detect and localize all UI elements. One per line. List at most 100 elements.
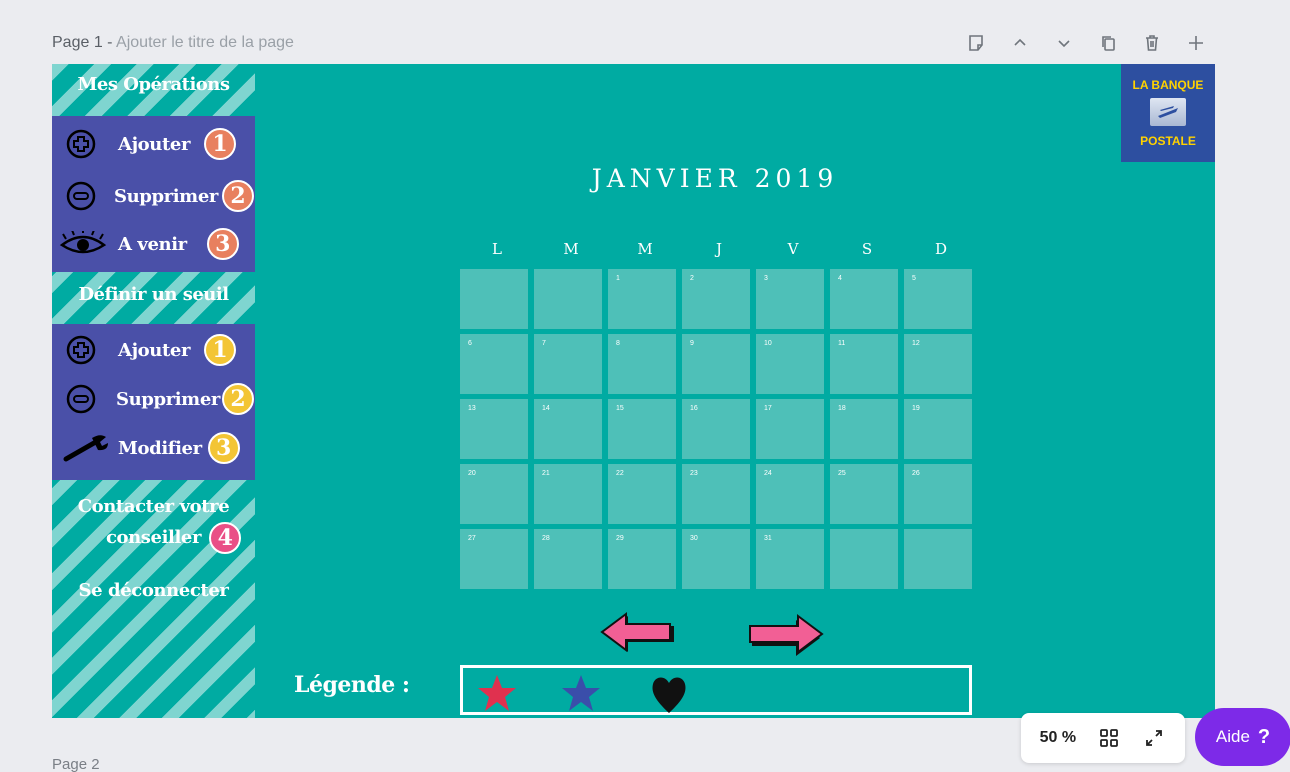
calendar-day-cell[interactable]: 24 <box>756 464 824 524</box>
calendar-day-cell[interactable]: 19 <box>904 399 972 459</box>
calendar-day-cell[interactable]: 10 <box>756 334 824 394</box>
day-number: 10 <box>764 340 772 347</box>
logout-link[interactable]: Se déconnecter <box>52 580 255 601</box>
calendar-day-cell[interactable]: 13 <box>460 399 528 459</box>
number-badge: 2 <box>221 383 254 415</box>
menu-item-label: Modifier <box>118 437 202 459</box>
calendar-day-cell[interactable] <box>534 269 602 329</box>
chevron-down-icon[interactable] <box>1053 32 1075 54</box>
help-question-icon: ? <box>1257 725 1271 748</box>
menu-item-add-operation[interactable]: Ajouter 1 <box>64 124 237 164</box>
calendar-day-cell[interactable] <box>904 529 972 589</box>
calendar-day-cell[interactable]: 17 <box>756 399 824 459</box>
calendar-day-cell[interactable] <box>830 529 898 589</box>
red-star-icon <box>475 674 519 712</box>
calendar-day-cell[interactable]: 12 <box>904 334 972 394</box>
calendar-day-cell[interactable]: 21 <box>534 464 602 524</box>
calendar-day-headers: L M M J V S D <box>460 240 980 258</box>
fullscreen-icon[interactable] <box>1142 726 1166 750</box>
day-header: L <box>492 240 502 258</box>
calendar-day-cell[interactable]: 14 <box>534 399 602 459</box>
day-number: 2 <box>690 275 694 282</box>
day-number: 1 <box>616 275 620 282</box>
day-number: 14 <box>542 405 550 412</box>
calendar-day-cell[interactable]: 22 <box>608 464 676 524</box>
calendar-day-cell[interactable]: 16 <box>682 399 750 459</box>
sidebar-menu: Mes Opérations Ajouter 1 Supprimer 2 A v… <box>52 64 255 718</box>
menu-item-delete-threshold[interactable]: Supprimer 2 <box>64 379 254 419</box>
page-2-label[interactable]: Page 2 <box>52 756 100 772</box>
calendar-day-cell[interactable]: 26 <box>904 464 972 524</box>
calendar-day-cell[interactable]: 29 <box>608 529 676 589</box>
plus-circle-icon <box>64 127 98 161</box>
contact-line2: conseiller <box>105 527 202 548</box>
menu-item-add-threshold[interactable]: Ajouter 1 <box>64 330 237 370</box>
plus-icon[interactable] <box>1185 32 1207 54</box>
contact-advisor-link[interactable]: Contacter votre conseiller 4 <box>52 492 255 554</box>
day-number: 7 <box>542 340 546 347</box>
calendar-day-cell[interactable]: 23 <box>682 464 750 524</box>
contact-line1: Contacter votre <box>77 496 230 517</box>
chevron-up-icon[interactable] <box>1009 32 1031 54</box>
black-heart-icon <box>649 674 693 713</box>
menu-item-label: Ajouter <box>118 339 191 361</box>
calendar-day-cell[interactable]: 25 <box>830 464 898 524</box>
day-number: 17 <box>764 405 772 412</box>
calendar-day-cell[interactable]: 18 <box>830 399 898 459</box>
note-icon[interactable] <box>965 32 987 54</box>
page-label: Page 1 - <box>52 34 117 51</box>
page-title-placeholder[interactable]: Ajouter le titre de la page <box>116 34 294 51</box>
calendar-day-cell[interactable]: 15 <box>608 399 676 459</box>
menu-item-label: Supprimer <box>114 185 218 207</box>
grid-view-icon[interactable] <box>1097 726 1121 750</box>
calendar-day-cell[interactable]: 8 <box>608 334 676 394</box>
calendar-day-cell[interactable]: 30 <box>682 529 750 589</box>
calendar-day-cell[interactable]: 20 <box>460 464 528 524</box>
calendar-day-cell[interactable]: 2 <box>682 269 750 329</box>
calendar-day-cell[interactable]: 1 <box>608 269 676 329</box>
day-number: 24 <box>764 470 772 477</box>
calendar-day-cell[interactable]: 31 <box>756 529 824 589</box>
number-badge: 1 <box>204 334 237 366</box>
calendar-day-cell[interactable]: 4 <box>830 269 898 329</box>
day-header: S <box>861 240 873 258</box>
menu-item-label: Ajouter <box>118 133 191 155</box>
calendar-day-cell[interactable] <box>460 269 528 329</box>
number-badge: 3 <box>207 432 240 464</box>
menu-item-upcoming[interactable]: A venir 3 <box>58 224 239 264</box>
day-number: 29 <box>616 535 624 542</box>
operations-menu: Ajouter 1 Supprimer 2 A venir 3 <box>52 116 255 272</box>
calendar-day-cell[interactable]: 5 <box>904 269 972 329</box>
trash-icon[interactable] <box>1141 32 1163 54</box>
duplicate-icon[interactable] <box>1097 32 1119 54</box>
zoom-level[interactable]: 50 % <box>1040 729 1076 747</box>
menu-item-label: A venir <box>118 233 187 255</box>
calendar-day-cell[interactable]: 11 <box>830 334 898 394</box>
design-canvas[interactable]: Mes Opérations Ajouter 1 Supprimer 2 A v… <box>52 64 1215 718</box>
la-banque-postale-logo: LA BANQUE POSTALE <box>1121 64 1215 162</box>
day-number: 20 <box>468 470 476 477</box>
day-number: 9 <box>690 340 694 347</box>
day-header: M <box>563 240 579 258</box>
day-header: V <box>787 240 799 258</box>
calendar-day-cell[interactable]: 3 <box>756 269 824 329</box>
day-number: 16 <box>690 405 698 412</box>
day-number: 6 <box>468 340 472 347</box>
day-number: 13 <box>468 405 476 412</box>
help-button[interactable]: Aide ? <box>1195 708 1290 766</box>
legend-box <box>460 665 972 715</box>
calendar-day-cell[interactable]: 7 <box>534 334 602 394</box>
page-title[interactable]: Page 1 - Ajouter le titre de la page <box>52 34 294 52</box>
menu-item-delete-operation[interactable]: Supprimer 2 <box>64 176 254 216</box>
menu-item-edit-threshold[interactable]: Modifier 3 <box>62 428 240 468</box>
contact-line2-wrap: conseiller 4 <box>105 522 242 554</box>
calendar-day-cell[interactable]: 9 <box>682 334 750 394</box>
threshold-menu: Ajouter 1 Supprimer 2 Modifier 3 <box>52 324 255 480</box>
calendar-day-cell[interactable]: 27 <box>460 529 528 589</box>
operations-heading: Mes Opérations <box>77 74 230 95</box>
calendar-day-cell[interactable]: 28 <box>534 529 602 589</box>
previous-month-arrow-icon[interactable] <box>600 612 678 658</box>
next-month-arrow-icon[interactable] <box>746 612 824 658</box>
calendar-day-cell[interactable]: 6 <box>460 334 528 394</box>
eye-icon <box>58 227 108 261</box>
